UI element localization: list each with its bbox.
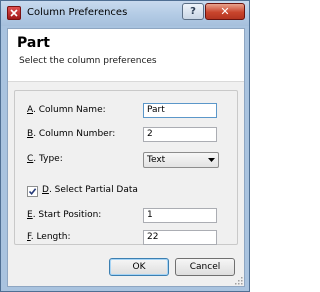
type-label: C. Type:	[27, 154, 63, 164]
type-label-text: . Type:	[33, 154, 63, 164]
column-name-input[interactable]: Part	[143, 103, 217, 118]
title-bar[interactable]: Column Preferences ? ✕	[1, 1, 249, 26]
dialog-client-area: Part Select the column preferences A. Co…	[7, 28, 245, 287]
column-number-input[interactable]: 2	[143, 127, 217, 142]
select-partial-data-label[interactable]: D. Select Partial Data	[42, 185, 138, 195]
select-partial-data-checkbox[interactable]	[27, 186, 38, 197]
cancel-button[interactable]: Cancel	[175, 258, 235, 276]
page-heading: Part	[17, 35, 50, 51]
resize-grip-icon[interactable]	[233, 275, 243, 285]
help-button[interactable]: ?	[182, 3, 204, 20]
length-label: F. Length:	[27, 232, 71, 242]
length-label-text: . Length:	[30, 232, 71, 242]
select-partial-data-mnemonic: D	[42, 185, 49, 195]
column-name-label: A. Column Name:	[27, 105, 106, 115]
start-position-label-text: . Start Position:	[32, 210, 102, 220]
header-panel: Part Select the column preferences	[8, 29, 244, 82]
app-icon	[7, 6, 21, 20]
form-panel: A. Column Name: Part B. Column Number: 2…	[14, 90, 238, 245]
close-button[interactable]: ✕	[205, 3, 245, 20]
chevron-down-icon	[208, 158, 215, 162]
window-title: Column Preferences	[27, 7, 128, 18]
start-position-label: E. Start Position:	[27, 210, 101, 220]
start-position-input[interactable]: 1	[143, 208, 217, 223]
column-number-label-text: . Column Number:	[33, 129, 116, 139]
type-select-value: Text	[147, 155, 166, 165]
page-subtitle: Select the column preferences	[19, 56, 157, 66]
column-number-label: B. Column Number:	[27, 129, 115, 139]
checkmark-icon	[28, 188, 37, 196]
length-input[interactable]: 22	[143, 230, 217, 245]
column-name-label-text: . Column Name:	[33, 105, 106, 115]
type-select[interactable]: Text	[143, 152, 219, 168]
ok-button[interactable]: OK	[109, 258, 169, 276]
column-preferences-dialog: Column Preferences ? ✕ Part Select the c…	[0, 0, 250, 292]
select-partial-data-label-text: . Select Partial Data	[48, 185, 138, 195]
